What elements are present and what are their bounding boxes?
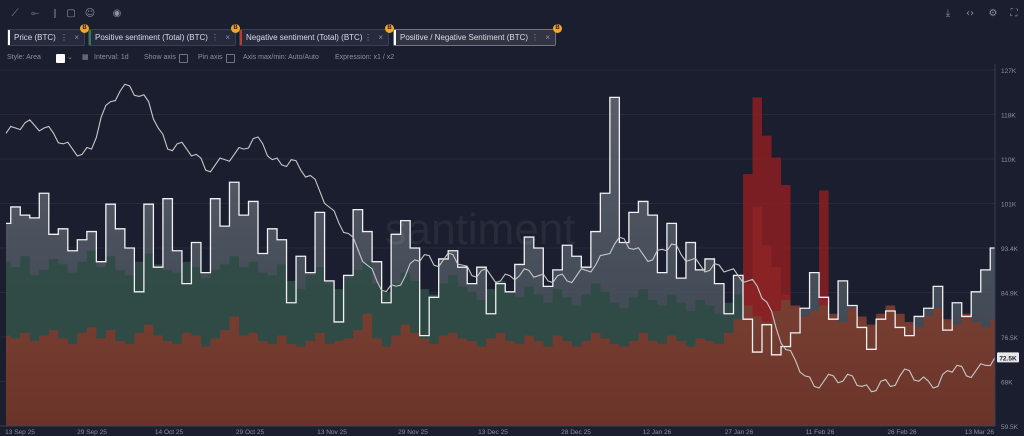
tab-label: Positive / Negative Sentiment (BTC) xyxy=(400,33,529,42)
calendar-icon: ▦ xyxy=(82,54,89,61)
show-axis-toggle[interactable]: Show axis xyxy=(144,52,176,64)
emoji-icon[interactable]: ☺ xyxy=(84,8,96,20)
x-tick-label: 29 Nov 25 xyxy=(398,429,428,436)
negative-spike xyxy=(762,135,772,322)
current-price-label: 72.5K xyxy=(997,352,1019,363)
pin-axis-toggle[interactable]: Pin axis xyxy=(198,52,223,64)
fullscreen-icon[interactable]: ⛶ xyxy=(1008,8,1020,20)
tab-menu-icon[interactable]: ⋮ xyxy=(60,30,68,45)
tab-label: Price (BTC) xyxy=(14,33,56,42)
show-axis-checkbox[interactable] xyxy=(179,54,188,63)
y-tick-label: 76.5K xyxy=(1001,335,1019,342)
current-price-text: 72.5K xyxy=(999,355,1017,362)
y-tick-label: 101K xyxy=(1001,202,1017,209)
tab-label: Positive sentiment (Total) (BTC) xyxy=(95,33,208,42)
tab-price[interactable]: Price (BTC) ⋮ × xyxy=(7,29,85,46)
color-swatch[interactable] xyxy=(56,54,65,63)
close-icon[interactable]: × xyxy=(225,30,230,45)
tab-badge: B xyxy=(385,24,394,33)
settings-bar: Style: Area ⌄ ▦ Interval: 1d Show axis P… xyxy=(0,52,1024,64)
negative-spike xyxy=(742,174,753,306)
vertical-line-icon[interactable]: ǀ xyxy=(49,8,61,20)
y-axis: 127K 118K 110K 101K 93.4K 84.9K 76.5K 68K 59.5K xyxy=(994,64,1019,431)
y-tick-label: 127K xyxy=(1001,68,1017,75)
tab-negative-sentiment[interactable]: Negative sentiment (Total) (BTC) ⋮ × B xyxy=(231,24,389,46)
x-tick-label: 27 Jan 26 xyxy=(725,429,754,436)
settings-icon[interactable]: ⚙ xyxy=(987,8,999,20)
y-tick-label: 68K xyxy=(1001,380,1013,387)
x-tick-label: 13 Nov 25 xyxy=(317,429,347,436)
horizontal-line-icon[interactable]: ⟜ xyxy=(29,8,41,20)
close-icon[interactable]: × xyxy=(74,30,79,45)
tab-badge: B xyxy=(231,24,240,33)
x-tick-label: 12 Jan 26 xyxy=(643,429,672,436)
x-tick-label: 29 Sep 25 xyxy=(77,429,107,436)
axis-max-min-selector[interactable]: Axis max/min: Auto/Auto xyxy=(243,52,319,64)
close-icon[interactable]: × xyxy=(378,30,383,45)
x-tick-label: 11 Feb 26 xyxy=(806,429,835,436)
y-tick-label: 110K xyxy=(1001,157,1016,164)
y-tick-label: 118K xyxy=(1001,113,1016,120)
tab-positive-negative-ratio[interactable]: Positive / Negative Sentiment (BTC) ⋮ × … xyxy=(385,24,556,46)
close-icon[interactable]: × xyxy=(545,30,550,45)
x-tick-label: 14 Oct 25 xyxy=(155,429,184,436)
y-tick-label: 59.5K xyxy=(1001,424,1019,431)
watermark: santiment xyxy=(385,205,576,254)
y-tick-label: 93.4K xyxy=(1001,246,1019,253)
negative-spike xyxy=(781,185,791,301)
eye-icon[interactable]: ◉ xyxy=(111,8,123,20)
note-icon[interactable]: ▢ xyxy=(65,8,77,20)
expression-field[interactable]: Expression: x1 / x2 xyxy=(335,52,394,64)
y-tick-label: 84.9K xyxy=(1001,291,1019,298)
tab-positive-sentiment[interactable]: Positive sentiment (Total) (BTC) ⋮ × B xyxy=(80,24,236,46)
negative-spike xyxy=(819,190,829,306)
tab-color-stripe xyxy=(8,30,10,45)
chart-area[interactable]: santiment 127K 118K 110K 101K 93.4K 84.9K 76.5… xyxy=(0,64,1024,436)
tab-menu-icon[interactable]: ⋮ xyxy=(364,30,372,45)
pin-axis-checkbox[interactable] xyxy=(226,54,235,63)
tab-badge: B xyxy=(80,24,89,33)
x-axis: 13 Sep 25 29 Sep 25 14 Oct 25 29 Oct 25 13 N… xyxy=(0,425,995,436)
x-tick-label: 26 Feb 26 xyxy=(887,429,917,436)
negative-spike xyxy=(771,157,782,311)
tab-badge-ratio-end: B xyxy=(553,24,562,33)
x-tick-label: 28 Dec 25 xyxy=(561,429,591,436)
line-tool-icon[interactable]: ⟋ xyxy=(9,8,21,20)
interval-selector[interactable]: Interval: 1d xyxy=(94,52,129,64)
embed-icon[interactable]: ‹› xyxy=(964,8,976,20)
chevron-down-icon[interactable]: ⌄ xyxy=(67,52,73,64)
tab-color-stripe xyxy=(394,30,396,45)
x-tick-label: 13 Dec 25 xyxy=(478,429,508,436)
toolbar: ⟋ ⟜ ǀ ▢ ☺ ◉ ⤓ ‹› ⚙ ⛶ xyxy=(0,0,1024,28)
tab-menu-icon[interactable]: ⋮ xyxy=(211,30,219,45)
x-tick-label: 13 Sep 25 xyxy=(5,429,35,436)
style-selector[interactable]: Style: Area xyxy=(7,52,41,64)
negative-spike xyxy=(752,97,763,317)
download-icon[interactable]: ⤓ xyxy=(942,8,954,20)
tab-menu-icon[interactable]: ⋮ xyxy=(531,30,539,45)
tab-color-stripe xyxy=(89,30,91,45)
tab-label: Negative sentiment (Total) (BTC) xyxy=(246,33,363,42)
x-tick-label: 13 Mar 26 xyxy=(965,429,995,436)
tab-color-stripe xyxy=(240,30,242,45)
x-tick-label: 29 Oct 25 xyxy=(236,429,265,436)
